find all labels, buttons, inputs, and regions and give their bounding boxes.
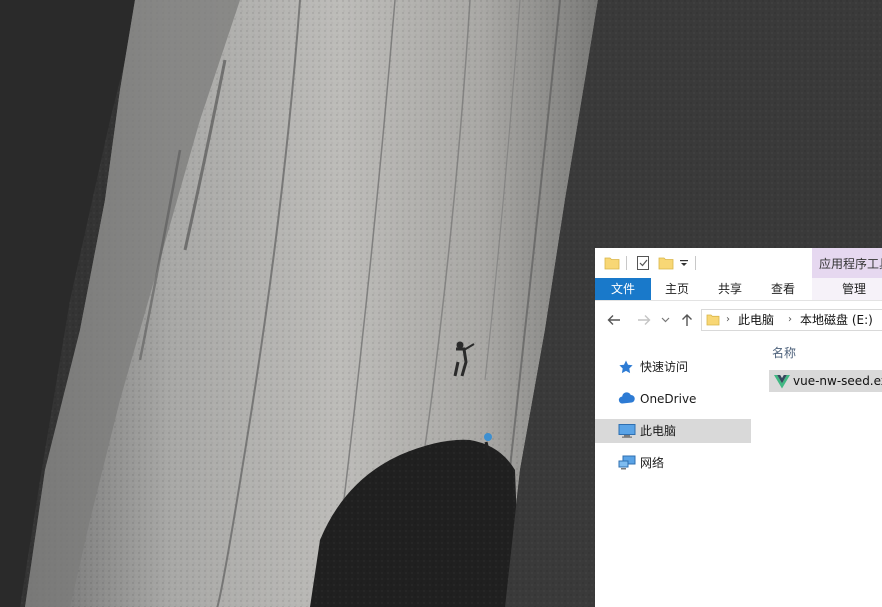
- properties-check-icon[interactable]: [634, 254, 652, 272]
- cloud-icon: [618, 391, 636, 407]
- forward-arrow-icon[interactable]: [635, 311, 653, 329]
- nav-item-label: 网络: [640, 456, 665, 470]
- file-list-pane: 名称 vue-nw-seed.exe: [757, 338, 882, 607]
- contextual-tab-group-label: 应用程序工具: [812, 248, 882, 278]
- nav-item-label: 快速访问: [640, 360, 689, 374]
- folder-icon: [706, 313, 720, 330]
- nav-item-quick-access[interactable]: 快速访问: [595, 355, 751, 379]
- new-folder-icon[interactable]: [657, 254, 675, 272]
- quick-access-toolbar: 应用程序工具: [595, 248, 882, 278]
- folder-icon[interactable]: [603, 254, 621, 272]
- navigation-bar: › 此电脑 › 本地磁盘 (E:): [595, 302, 882, 338]
- tab-manage[interactable]: 管理: [838, 278, 870, 300]
- nav-item-this-pc[interactable]: 此电脑: [595, 419, 751, 443]
- up-arrow-icon[interactable]: [678, 311, 696, 329]
- vue-app-icon: [774, 373, 790, 389]
- nav-item-onedrive[interactable]: OneDrive: [595, 387, 751, 411]
- computer-icon: [618, 423, 636, 439]
- tab-file[interactable]: 文件: [595, 278, 651, 300]
- column-header-name[interactable]: 名称: [772, 344, 796, 361]
- nav-item-network[interactable]: 网络: [595, 451, 751, 475]
- tab-share[interactable]: 共享: [714, 278, 746, 300]
- navigation-pane: 快速访问 OneDrive 此电脑 网络: [595, 338, 757, 607]
- breadcrumb-separator-icon: ›: [726, 314, 730, 325]
- nav-item-label: OneDrive: [640, 392, 697, 406]
- tab-home[interactable]: 主页: [661, 278, 693, 300]
- star-icon: [618, 359, 636, 375]
- tab-view[interactable]: 查看: [767, 278, 799, 300]
- toolbar-separator: [626, 256, 627, 270]
- breadcrumb-this-pc[interactable]: 此电脑: [738, 310, 774, 330]
- file-explorer-window: 应用程序工具 文件 主页 共享 查看 管理 › 此电脑 › 本地磁盘: [595, 248, 882, 607]
- network-icon: [618, 455, 636, 471]
- ribbon-tabs: 文件 主页 共享 查看 管理: [595, 278, 882, 301]
- toolbar-separator: [695, 256, 696, 270]
- address-bar[interactable]: › 此电脑 › 本地磁盘 (E:): [701, 309, 882, 331]
- breadcrumb-separator-icon: ›: [788, 314, 792, 325]
- back-arrow-icon[interactable]: [605, 311, 623, 329]
- file-item[interactable]: vue-nw-seed.exe: [769, 370, 882, 392]
- recent-locations-chevron-icon[interactable]: [659, 311, 671, 329]
- customize-dropdown-icon[interactable]: [678, 254, 690, 272]
- nav-item-label: 此电脑: [640, 424, 677, 438]
- breadcrumb-local-disk[interactable]: 本地磁盘 (E:): [800, 310, 873, 330]
- file-name: vue-nw-seed.exe: [793, 374, 882, 388]
